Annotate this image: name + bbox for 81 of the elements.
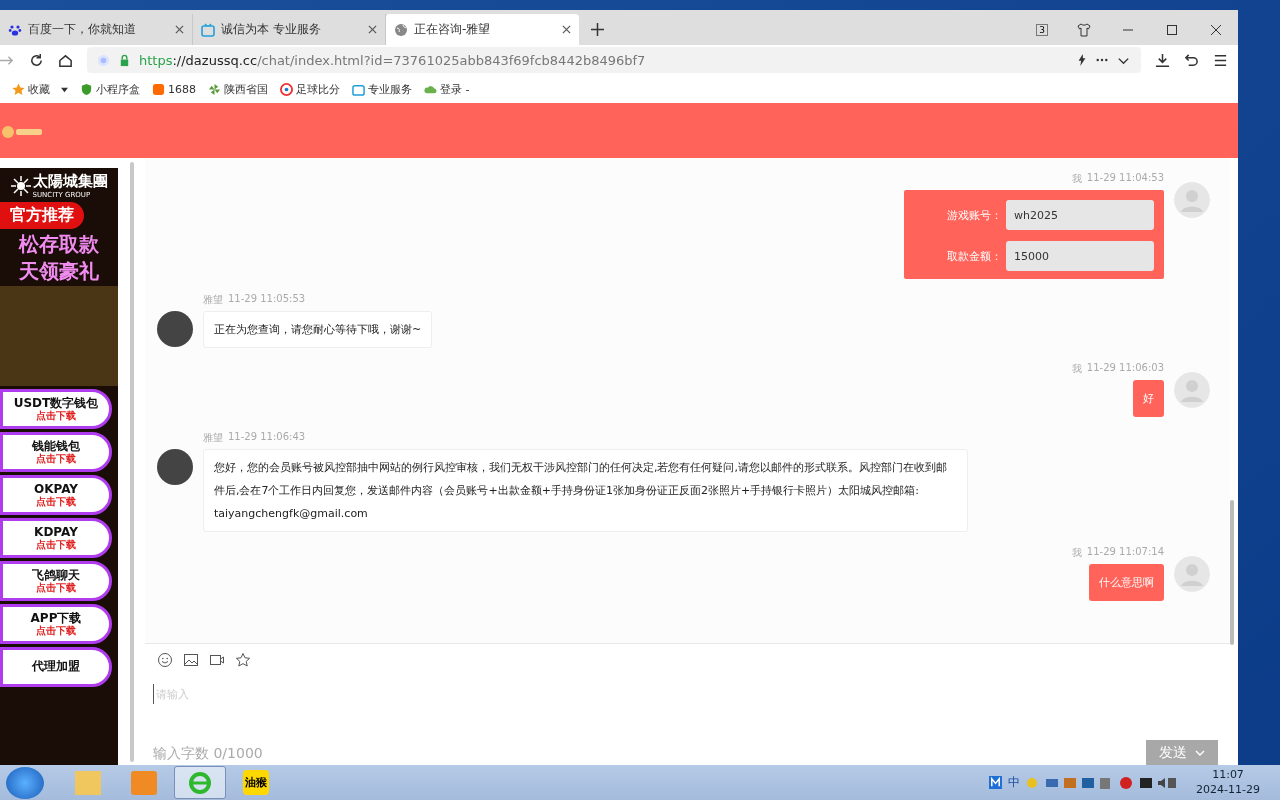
- input-field: wh2025: [1006, 200, 1154, 230]
- browser-logo-icon: [187, 770, 213, 795]
- message-time: 11-29 11:06:43: [228, 431, 306, 444]
- pinwheel-icon: [208, 82, 221, 96]
- square-logo-icon: [152, 82, 165, 96]
- sender-name: 雅望: [203, 293, 223, 307]
- image-icon[interactable]: [183, 652, 199, 668]
- home-icon[interactable]: [58, 52, 73, 68]
- bookmark-item[interactable]: 1688: [152, 82, 196, 96]
- undo-icon[interactable]: [1184, 52, 1199, 68]
- lightning-icon[interactable]: [1076, 54, 1088, 66]
- maximize-icon[interactable]: [1165, 22, 1179, 37]
- sender-name: 我: [1071, 172, 1082, 186]
- message-bubble: 您好，您的会员账号被风控部抽中网站的例行风控审核，我们无权干涉风控部门的任何决定,若您有任何疑问,请您以邮件的形式联系。风控部门在收到邮件后,会在7个工作日内回复您，发送邮件内容（会员账号+出款金额+手持身份证1张加身份证正反面2张照片+手持银行卡照片）太阳城风控邮箱: taiyangchengfk@gmail.com: [203, 449, 968, 532]
- download-icon[interactable]: [1155, 52, 1170, 68]
- avatar: [157, 449, 193, 485]
- tab-count-badge[interactable]: 3: [1036, 23, 1048, 36]
- message-time: 11-29 11:04:53: [1086, 172, 1164, 185]
- caret-icon: [1195, 749, 1205, 756]
- message-time: 11-29 11:05:53: [228, 293, 306, 306]
- bookmark-item[interactable]: 专业服务: [352, 81, 412, 97]
- download-button[interactable]: OKPAY 点击下载: [0, 475, 112, 515]
- slogan: 松存取款: [19, 232, 99, 256]
- download-button[interactable]: 钱能钱包 点击下载: [0, 432, 112, 472]
- user-silhouette-icon: [1174, 372, 1210, 408]
- emoji-icon[interactable]: [157, 652, 173, 668]
- message-time: 11-29 11:06:03: [1086, 362, 1164, 375]
- message-bubble: 正在为您查询，请您耐心等待下哦，谢谢~: [203, 311, 433, 348]
- address-bar[interactable]: https://dazussq.cc/chat/index.html?id=73761025abb843f69fcb8442b8496bf7: [87, 47, 1141, 73]
- sender-name: 我: [1071, 362, 1082, 376]
- ime-icon[interactable]: [989, 776, 1003, 789]
- start-button[interactable]: [6, 766, 44, 799]
- video-icon[interactable]: [209, 652, 225, 668]
- browser-tab[interactable]: 正在咨询-雅望: [386, 14, 579, 45]
- bookmark-item[interactable]: 登录 -: [424, 81, 470, 97]
- close-icon[interactable]: [562, 25, 571, 34]
- tray-icons[interactable]: [1026, 775, 1177, 790]
- reload-icon[interactable]: [29, 52, 44, 68]
- ball-icon: [280, 82, 293, 96]
- message-bubble: 什么意思啊: [1089, 564, 1164, 601]
- user-silhouette-icon: [1174, 182, 1210, 218]
- sun-logo-icon: [10, 175, 31, 196]
- close-icon[interactable]: [175, 25, 184, 34]
- ime-mode[interactable]: 中: [1008, 774, 1021, 791]
- character-counter: 输入字数 0/1000: [153, 745, 263, 763]
- plus-icon[interactable]: [591, 23, 604, 36]
- brand-name: 太陽城集團: [32, 172, 108, 191]
- browser-tab[interactable]: 百度一下，你就知道: [0, 14, 193, 45]
- download-button[interactable]: 代理加盟: [0, 647, 112, 687]
- download-button[interactable]: KDPAY 点击下载: [0, 518, 112, 558]
- close-icon[interactable]: [368, 25, 377, 34]
- star-icon[interactable]: [235, 652, 251, 668]
- message-time: 11-29 11:07:14: [1086, 546, 1164, 559]
- message-bubble: 好: [1133, 380, 1164, 417]
- shirt-icon[interactable]: [1077, 22, 1091, 37]
- star-icon: [12, 82, 25, 96]
- user-silhouette-icon: [1174, 556, 1210, 592]
- tv-icon: [201, 22, 215, 37]
- slogan: 天领豪礼: [19, 259, 99, 283]
- download-button[interactable]: 飞鸽聊天 点击下载: [0, 561, 112, 601]
- input-field: 15000: [1006, 241, 1154, 271]
- bookmark-item[interactable]: 收藏: [12, 81, 68, 97]
- field-label: 游戏账号：: [946, 207, 1002, 223]
- sender-name: 我: [1071, 546, 1082, 560]
- bookmark-item[interactable]: 足球比分: [280, 81, 340, 97]
- download-button[interactable]: APP下载 点击下载: [0, 604, 112, 644]
- menu-icon[interactable]: [1213, 52, 1228, 68]
- tray-clock[interactable]: 11:07 2024-11-29: [1182, 768, 1274, 797]
- bookmark-item[interactable]: 小程序盒: [80, 81, 140, 97]
- lock-icon: [118, 53, 131, 67]
- tv-icon: [352, 82, 365, 96]
- dropdown-arrow-icon[interactable]: [61, 85, 68, 93]
- download-button[interactable]: USDT数字钱包 点击下载: [0, 389, 112, 429]
- close-icon[interactable]: [1209, 22, 1223, 37]
- globe-icon: [394, 22, 408, 37]
- avatar: [157, 311, 193, 347]
- sender-name: 雅望: [203, 431, 223, 445]
- bookmark-item[interactable]: 陕西省国: [208, 81, 268, 97]
- recommend-banner[interactable]: 官方推荐: [0, 202, 84, 229]
- taskbar-app[interactable]: 油猴: [230, 766, 282, 799]
- field-label: 取款金额：: [946, 248, 1002, 264]
